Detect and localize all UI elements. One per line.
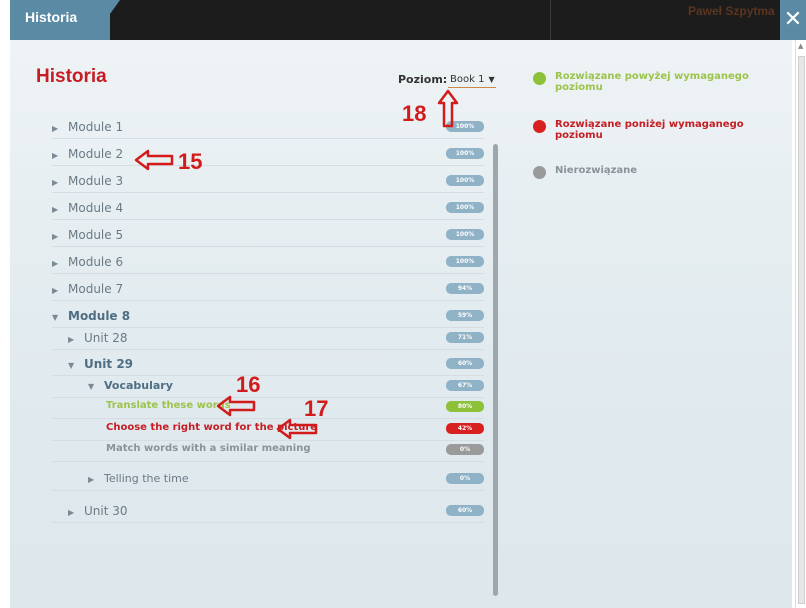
legend-label: Nierozwiązane	[555, 165, 638, 176]
tree-row-match-words[interactable]: Match words with a similar meaning 0%	[52, 439, 484, 462]
score-badge: 94%	[446, 283, 484, 294]
score-badge: 100%	[446, 256, 484, 267]
tree-row-label: Module 6	[68, 255, 124, 269]
expand-arrow-icon: ▶	[52, 124, 59, 133]
expand-arrow-icon: ▶	[52, 259, 59, 268]
tree-row-label: Unit 29	[84, 357, 134, 371]
tree-scrollbar[interactable]	[493, 144, 498, 596]
tree-row-module-8[interactable]: ▼ Module 8 59%	[52, 305, 484, 328]
tree-row-choose-the-right-word[interactable]: Choose the right word for the picture 42…	[52, 418, 484, 441]
score-badge: 80%	[446, 401, 484, 412]
expand-arrow-icon: ▶	[88, 475, 95, 484]
tab-notch	[110, 0, 120, 14]
tree-row-label: Unit 28	[84, 331, 128, 345]
scrollbar-thumb[interactable]	[798, 56, 805, 604]
annotation-17: 17	[304, 396, 329, 421]
tree-row-label: Module 4	[68, 201, 124, 215]
tree-row-label: Choose the right word for the picture	[106, 422, 318, 433]
level-value: Book 1	[450, 74, 485, 85]
tree-row-unit-28[interactable]: ▶ Unit 28 71%	[52, 327, 484, 350]
chevron-down-icon: ▼	[488, 75, 495, 84]
tree-row-unit-30[interactable]: ▶ Unit 30 60%	[52, 500, 484, 523]
tree-row-label: Module 8	[68, 309, 131, 323]
red-dot-icon	[533, 120, 546, 133]
tab-historia[interactable]: Historia	[10, 0, 110, 40]
expand-arrow-icon: ▶	[52, 178, 59, 187]
score-badge: 100%	[446, 148, 484, 159]
score-badge: 100%	[446, 229, 484, 240]
level-select[interactable]: Book 1 ▼	[448, 71, 496, 88]
tree-row-translate-these-words[interactable]: Translate these words 80%	[52, 396, 484, 419]
score-badge: 60%	[446, 358, 484, 369]
collapse-arrow-icon: ▼	[52, 313, 59, 322]
tree-row-module-5[interactable]: ▶ Module 5 100%	[52, 224, 484, 247]
tree-row-label: Module 1	[68, 120, 124, 134]
expand-arrow-icon: ▶	[68, 508, 75, 517]
title-bar-divider	[550, 0, 551, 40]
expand-arrow-icon: ▶	[52, 151, 59, 160]
tree-row-label: Translate these words	[106, 400, 231, 411]
score-badge: 0%	[446, 444, 484, 455]
collapse-arrow-icon: ▼	[68, 361, 75, 370]
tree-row-label: Match words with a similar meaning	[106, 443, 311, 454]
tree-row-label: Module 5	[68, 228, 124, 242]
tree-row-module-4[interactable]: ▶ Module 4 100%	[52, 197, 484, 220]
score-badge: 67%	[446, 380, 484, 391]
tree-row-module-3[interactable]: ▶ Module 3 100%	[52, 170, 484, 193]
expand-arrow-icon: ▶	[52, 232, 59, 241]
annotation-15: 15	[178, 149, 203, 174]
user-name: Paweł Szpytma	[688, 4, 775, 18]
score-badge: 60%	[446, 505, 484, 516]
score-badge: 42%	[446, 423, 484, 434]
tree-row-unit-29[interactable]: ▼ Unit 29 60%	[52, 353, 484, 376]
tree-row-label: Module 3	[68, 174, 124, 188]
tree-row-label: Module 7	[68, 282, 124, 296]
gray-dot-icon	[533, 166, 546, 179]
tree-row-label: Unit 30	[84, 504, 128, 518]
tree-row-vocabulary[interactable]: ▼ Vocabulary 67%	[52, 375, 484, 398]
expand-arrow-icon: ▶	[68, 335, 75, 344]
tree-row-label: Module 2	[68, 147, 124, 161]
tree-row-module-2[interactable]: ▶ Module 2 100%	[52, 143, 484, 166]
score-badge: 59%	[446, 310, 484, 321]
collapse-arrow-icon: ▼	[88, 382, 95, 391]
expand-arrow-icon: ▶	[52, 205, 59, 214]
title-bar: Historia Paweł Szpytma ✕	[0, 0, 806, 40]
tree-row-module-6[interactable]: ▶ Module 6 100%	[52, 251, 484, 274]
tree-row-label: Vocabulary	[104, 379, 173, 392]
window-scrollbar[interactable]: ▲ ▼	[795, 40, 806, 608]
close-icon[interactable]: ✕	[780, 0, 806, 40]
score-badge: 0%	[446, 473, 484, 484]
score-badge: 100%	[446, 202, 484, 213]
tree-row-module-7[interactable]: ▶ Module 7 94%	[52, 278, 484, 301]
level-label: Poziom:	[398, 73, 448, 86]
tree-row-telling-the-time[interactable]: ▶ Telling the time 0%	[52, 468, 484, 491]
score-badge: 100%	[446, 121, 484, 132]
green-dot-icon	[533, 72, 546, 85]
annotation-16: 16	[236, 372, 261, 397]
score-badge: 71%	[446, 332, 484, 343]
expand-arrow-icon: ▶	[52, 286, 59, 295]
scroll-up-icon[interactable]: ▲	[798, 42, 803, 50]
page-title: Historia	[36, 66, 107, 87]
window-edge	[0, 0, 10, 40]
annotation-18: 18	[402, 101, 427, 126]
tree-row-label: Telling the time	[104, 472, 189, 485]
legend-label: Rozwiązane powyżej wymaganego poziomu	[555, 71, 749, 93]
score-badge: 100%	[446, 175, 484, 186]
legend-label: Rozwiązane poniżej wymaganego poziomu	[555, 119, 744, 141]
